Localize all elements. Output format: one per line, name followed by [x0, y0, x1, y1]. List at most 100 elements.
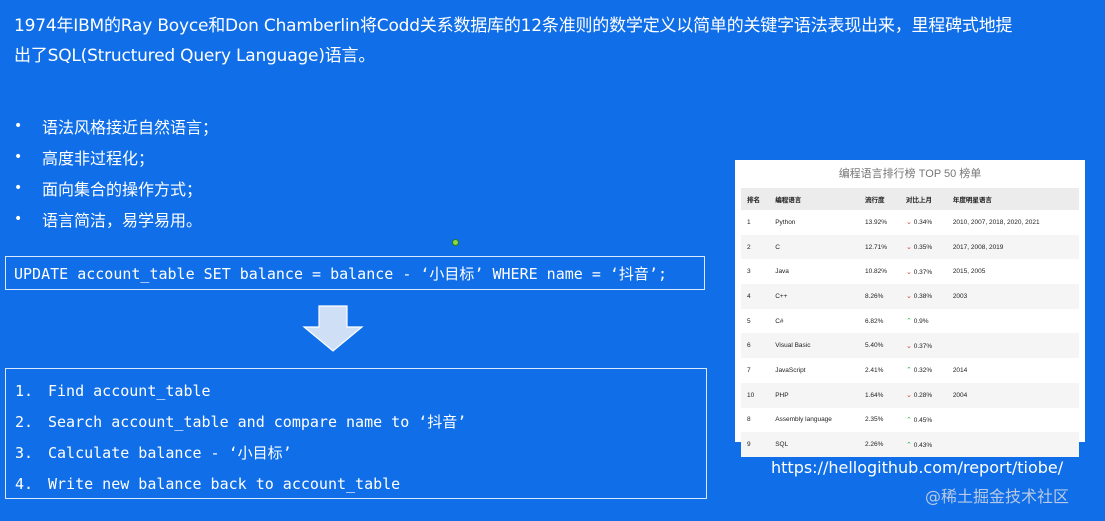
list-item: 3. Calculate balance - ‘小目标’ [15, 444, 292, 462]
chevron-up-icon: ⌃ [905, 318, 914, 326]
language-cell: Assembly language [775, 416, 832, 424]
chevron-down-icon: ⌄ [905, 392, 914, 400]
star-years-cell [946, 432, 1079, 457]
list-item: • 面向集合的操作方式； [14, 172, 218, 203]
table-row: 10 PHP 1.64% ⌄ 0.28% 2004 [741, 382, 1079, 408]
list-item-text: 面向集合的操作方式； [42, 179, 203, 199]
rank-cell: 1 [747, 218, 751, 226]
list-item: • 语法风格接近自然语言； [14, 110, 218, 141]
list-item: 1. Find account_table [15, 382, 211, 400]
list-item-text: 语言简洁，易学易用。 [42, 210, 203, 230]
chevron-up-icon: ⌃ [905, 441, 914, 449]
tiobe-ranking-image: 编程语言排行榜 TOP 50 榜单 排名 编程语言 流行度 对比上月 年度明星语… [735, 160, 1085, 457]
star-years-cell: 2017, 2008, 2019 [946, 234, 1079, 260]
language-cell: JavaScript [775, 366, 806, 374]
star-years-cell: 2004 [946, 382, 1079, 408]
list-item: • 高度非过程化； [14, 141, 218, 172]
column-header: 排名 [741, 188, 770, 210]
rank-cell: 4 [741, 284, 770, 309]
feature-list: • 语法风格接近自然语言； • 高度非过程化； • 面向集合的操作方式； • 语言简洁，… [14, 110, 218, 234]
intro-line-2: 出了SQL(Structured Query Language)语言。 [14, 46, 376, 66]
chevron-down-icon: ⌄ [905, 219, 914, 227]
change-value: 0.43% [913, 441, 933, 449]
tiobe-title: 编程语言排行榜 TOP 50 榜单 [838, 168, 982, 180]
table-row: 9 SQL 2.26% ⌃ 0.43% [741, 432, 1079, 457]
change-cell: ⌃ 0.45% [900, 408, 947, 433]
step-text: Find account_table [48, 382, 211, 400]
sql-statement-box: UPDATE account_table SET balance = balan… [5, 256, 705, 290]
list-item: 2. Search account_table and compare name … [15, 413, 467, 431]
chevron-down-icon: ⌄ [905, 293, 914, 301]
bullet-icon: • [14, 210, 23, 227]
table-row: 6 Visual Basic 5.40% ⌄ 0.37% [741, 333, 1079, 359]
list-item-text: 高度非过程化； [42, 148, 155, 168]
change-cell: ⌃ 0.32% [900, 358, 947, 383]
column-header: 编程语言 [769, 188, 860, 210]
rank-cell: 7 [747, 366, 751, 374]
star-years-cell [946, 333, 1079, 359]
change-value: 0.38% [913, 293, 933, 301]
star-years-cell [947, 309, 1079, 334]
source-link[interactable]: https://hellogithub.com/report/tiobe/ [771, 458, 1063, 477]
change-value: 0.37% [913, 268, 933, 276]
column-header: 年度明星语言 [946, 188, 1079, 210]
down-arrow-icon [302, 305, 364, 352]
star-years-cell [947, 408, 1079, 433]
language-cell: SQL [769, 432, 860, 457]
language-cell: PHP [769, 382, 860, 408]
rank-cell: 9 [741, 432, 770, 457]
execution-steps: 1. Find account_table 2. Search account_ta… [5, 368, 707, 499]
change-value: 0.45% [913, 416, 933, 424]
change-value: 0.28% [913, 392, 933, 400]
list-item: 4. Write new balance back to account_tabl… [15, 475, 401, 493]
table-row: 2 C 12.71% ⌄ 0.35% 2017, 2008, 2019 [741, 234, 1079, 260]
language-cell: Java [775, 268, 789, 276]
change-value: 0.37% [913, 342, 933, 350]
table-header-row: 排名 编程语言 流行度 对比上月 年度明星语言 [741, 188, 1079, 210]
step-text: Write new balance back to account_table [48, 475, 401, 493]
table-row: 5 C# 6.82% ⌃ 0.9% [741, 309, 1079, 334]
chevron-down-icon: ⌄ [905, 342, 914, 350]
tiobe-table-body: 1 Python 13.92% ⌄ 0.34% 2010, 2007, 2018, 20… [741, 210, 1079, 457]
star-years-cell: 2010, 2007, 2018, 2020, 2021 [952, 218, 1040, 226]
chevron-up-icon: ⌃ [905, 416, 914, 424]
bullet-icon: • [14, 117, 23, 134]
star-years-cell: 2015, 2005 [952, 268, 986, 276]
star-years-cell: 2003 [946, 284, 1079, 309]
list-item-text: 语法风格接近自然语言； [42, 117, 219, 137]
bullet-icon: • [14, 179, 23, 196]
rank-cell: 2 [741, 234, 770, 260]
change-value: 0.35% [913, 244, 933, 252]
step-text: Calculate balance - ‘小目标’ [48, 444, 292, 462]
column-header: 对比上月 [899, 188, 947, 210]
popularity-cell: 13.92% [865, 218, 888, 226]
tiobe-table: 排名 编程语言 流行度 对比上月 年度明星语言 1 Python 13.92% ⌄ 0… [741, 188, 1079, 457]
popularity-cell: 2.41% [865, 366, 884, 374]
chevron-up-icon: ⌃ [905, 367, 914, 375]
rank-cell: 8 [747, 416, 751, 424]
popularity-cell: 5.40% [859, 333, 900, 359]
popularity-cell: 2.35% [865, 416, 884, 424]
bullet-icon: • [14, 148, 23, 165]
table-row: 3 Java 10.82% ⌄ 0.37% 2015, 2005 [741, 259, 1079, 284]
list-item: • 语言简洁，易学易用。 [14, 203, 218, 234]
language-cell: C# [775, 317, 784, 325]
popularity-cell: 8.26% [859, 284, 900, 309]
change-cell: ⌄ 0.28% [899, 382, 947, 408]
intro-paragraph: 1974年IBM的Ray Boyce和Don Chamberlin将Codd关系… [14, 11, 1024, 71]
popularity-cell: 6.82% [865, 317, 884, 325]
change-cell: ⌃ 0.43% [899, 432, 947, 457]
change-cell: ⌄ 0.38% [899, 284, 947, 309]
change-cell: ⌄ 0.37% [900, 259, 947, 284]
change-value: 0.9% [913, 318, 929, 326]
watermark: @稀土掘金技术社区 [925, 487, 1070, 506]
sql-statement: UPDATE account_table SET balance = balan… [14, 265, 667, 283]
language-cell: Visual Basic [769, 333, 860, 359]
change-cell: ⌄ 0.35% [899, 234, 947, 260]
table-row: 4 C++ 8.26% ⌄ 0.38% 2003 [741, 284, 1079, 309]
popularity-cell: 2.26% [859, 432, 900, 457]
change-cell: ⌄ 0.34% [900, 210, 947, 235]
language-cell: Python [775, 218, 796, 226]
table-row: 8 Assembly language 2.35% ⌃ 0.45% [741, 408, 1079, 433]
rank-cell: 6 [741, 333, 770, 359]
